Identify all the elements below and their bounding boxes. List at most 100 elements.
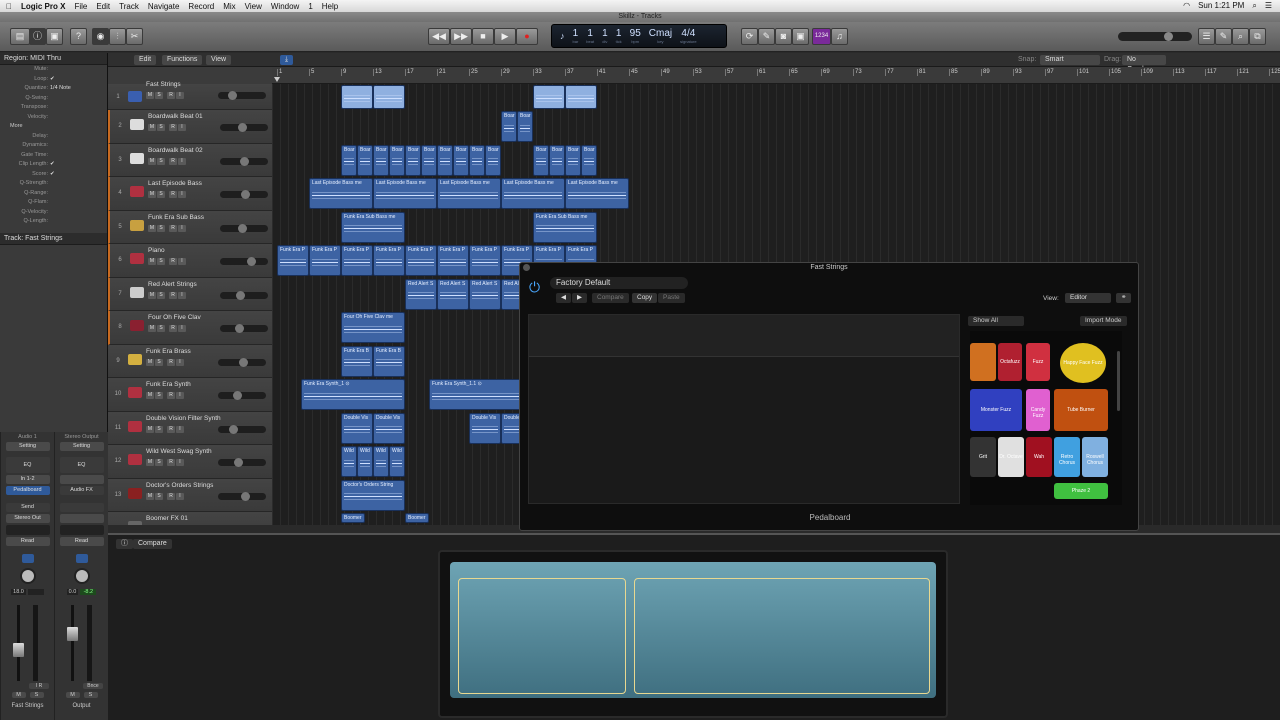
link-icon[interactable]: ⚭ (1116, 293, 1132, 303)
pedal-grit[interactable]: Grit (970, 437, 996, 477)
inspector-row[interactable]: Q-Swing: (0, 94, 107, 104)
track-name[interactable]: Boardwalk Beat 02 (148, 147, 203, 154)
inspector-row[interactable]: Score: ✔ (0, 170, 107, 180)
track-header[interactable]: 8 Four Oh Five Clav M S R I (108, 311, 272, 345)
track-volume-knob[interactable] (235, 290, 245, 300)
preset-select[interactable]: Factory Default (550, 277, 688, 289)
group-slot[interactable] (5, 525, 50, 535)
track-name[interactable]: Piano (148, 247, 165, 254)
inspector-value[interactable]: ✔ (50, 75, 55, 85)
menu-help[interactable]: Help (322, 2, 338, 11)
next-preset-button[interactable]: ▶ (572, 293, 587, 303)
mute-button[interactable]: M (146, 358, 154, 366)
functions-menu[interactable]: Functions (162, 55, 203, 65)
record-button[interactable]: R (169, 325, 177, 332)
region[interactable]: Funk Era Synth_1.1 ⊙ (429, 379, 533, 410)
region[interactable]: Wild (357, 446, 373, 477)
pedal-dr-octave[interactable]: Dr. Octave (998, 437, 1024, 477)
track-volume-knob[interactable] (227, 91, 237, 100)
region[interactable]: Funk Era Sub Bass me (341, 211, 405, 243)
close-icon[interactable] (523, 264, 530, 271)
mute-button[interactable]: M (148, 157, 156, 165)
inspector-row[interactable]: Loop: ✔ (0, 75, 107, 85)
solo-button[interactable]: S (155, 459, 163, 466)
automation-button[interactable]: Read (59, 537, 104, 546)
metronome-button[interactable]: ♫ (831, 28, 848, 45)
track-volume-slider[interactable] (220, 156, 268, 166)
inspector-row[interactable]: Velocity: (0, 113, 107, 123)
track-header[interactable]: 3 Boardwalk Beat 02 M S R I (108, 143, 272, 177)
master-volume-knob[interactable] (1164, 32, 1173, 41)
lcd-tempo[interactable]: 95 (630, 28, 641, 39)
input-button[interactable]: I (176, 492, 184, 500)
region[interactable]: Boar (565, 144, 581, 176)
track-volume-knob[interactable] (241, 491, 251, 501)
power-icon[interactable]: ⏻ (529, 279, 540, 296)
tuner-button[interactable]: ✎ (758, 28, 775, 45)
track-volume-slider[interactable] (220, 290, 268, 300)
menu-edit[interactable]: Edit (96, 2, 110, 11)
track-name[interactable]: Last Episode Bass (148, 180, 202, 187)
inspector-button[interactable]: ⓘ (29, 28, 46, 45)
pedal-happy-face-fuzz[interactable]: Happy Face Fuzz (1060, 343, 1106, 383)
apple-icon[interactable]:  (6, 2, 12, 11)
pedal-candy-fuzz[interactable]: Candy Fuzz (1026, 389, 1050, 431)
inspector-value[interactable]: ✔ (50, 160, 55, 170)
region[interactable]: Doctor's Orders String (341, 479, 405, 511)
menu-window[interactable]: Window (271, 2, 299, 11)
region[interactable]: Boar (341, 144, 357, 176)
menu-navigate[interactable]: Navigate (148, 2, 180, 11)
region[interactable] (565, 85, 597, 109)
solo-button[interactable]: S (155, 92, 163, 99)
track-volume-knob[interactable] (232, 391, 242, 400)
region[interactable] (533, 85, 565, 109)
region[interactable]: Boar (357, 144, 373, 176)
track-header[interactable]: 7 Red Alert Strings M S R I (108, 277, 272, 311)
region[interactable]: Funk Era B (373, 345, 405, 377)
volume-readout[interactable]: 0.0 (66, 589, 79, 595)
pedal-scrollbar[interactable] (1117, 351, 1120, 411)
region[interactable]: Boar (421, 144, 437, 176)
pedal-roswell-chorus[interactable]: Roswell Chorus (1082, 437, 1108, 477)
mute-button[interactable]: M (146, 492, 154, 500)
record-button[interactable]: R (167, 92, 175, 99)
record-button[interactable]: R (169, 291, 177, 299)
editors-button[interactable]: ✂ (126, 28, 143, 45)
list-editors-button[interactable]: ☰ (1198, 28, 1215, 45)
fader-track[interactable] (55, 601, 108, 683)
region-inspector-header[interactable]: Region: MIDI Thru (0, 53, 107, 65)
inspector-row[interactable]: Delay: (0, 132, 107, 142)
more-header[interactable]: More (0, 122, 107, 132)
region[interactable]: Wild (373, 446, 389, 477)
track-name[interactable]: Four Oh Five Clav (148, 314, 201, 321)
region[interactable]: Funk Era P (405, 245, 437, 276)
browser-button[interactable]: ⧉ (1249, 28, 1266, 45)
lcd-key[interactable]: Cmaj (649, 28, 672, 39)
inspector-row[interactable]: Q-Range: (0, 189, 107, 199)
drag-select[interactable]: No Overlap (1122, 55, 1166, 73)
mute-button[interactable]: M (146, 392, 154, 399)
track-name[interactable]: Funk Era Sub Bass (148, 214, 204, 221)
region[interactable]: Boar (469, 144, 485, 176)
region[interactable]: Wild (341, 446, 357, 477)
record-button[interactable]: R (167, 358, 175, 366)
wifi-icon[interactable]: ◠ (1183, 1, 1190, 11)
pedalboard-canvas[interactable] (528, 314, 960, 504)
spotlight-icon[interactable]: ⌕ (1252, 1, 1256, 11)
track-volume-slider[interactable] (218, 491, 266, 501)
lcd-signature[interactable]: 4/4 (680, 28, 696, 39)
mute-button[interactable]: M (146, 92, 154, 99)
info-icon[interactable]: ⓘ (116, 539, 133, 549)
region[interactable]: Last Episode Bass me (565, 178, 629, 209)
input-button[interactable]: I (178, 124, 186, 131)
help-button[interactable]: ? (70, 28, 87, 45)
send-slot[interactable] (59, 503, 104, 512)
menu-view[interactable]: View (245, 2, 262, 11)
inspector-row[interactable]: Transpose: (0, 103, 107, 113)
solo-button[interactable]: S (157, 124, 165, 131)
region[interactable]: Boar (581, 144, 597, 176)
inspector-row[interactable]: Dynamics: (0, 141, 107, 151)
solo-button[interactable]: S (157, 325, 165, 332)
input-button[interactable]: I (176, 358, 184, 366)
record-button[interactable]: R (169, 124, 177, 131)
